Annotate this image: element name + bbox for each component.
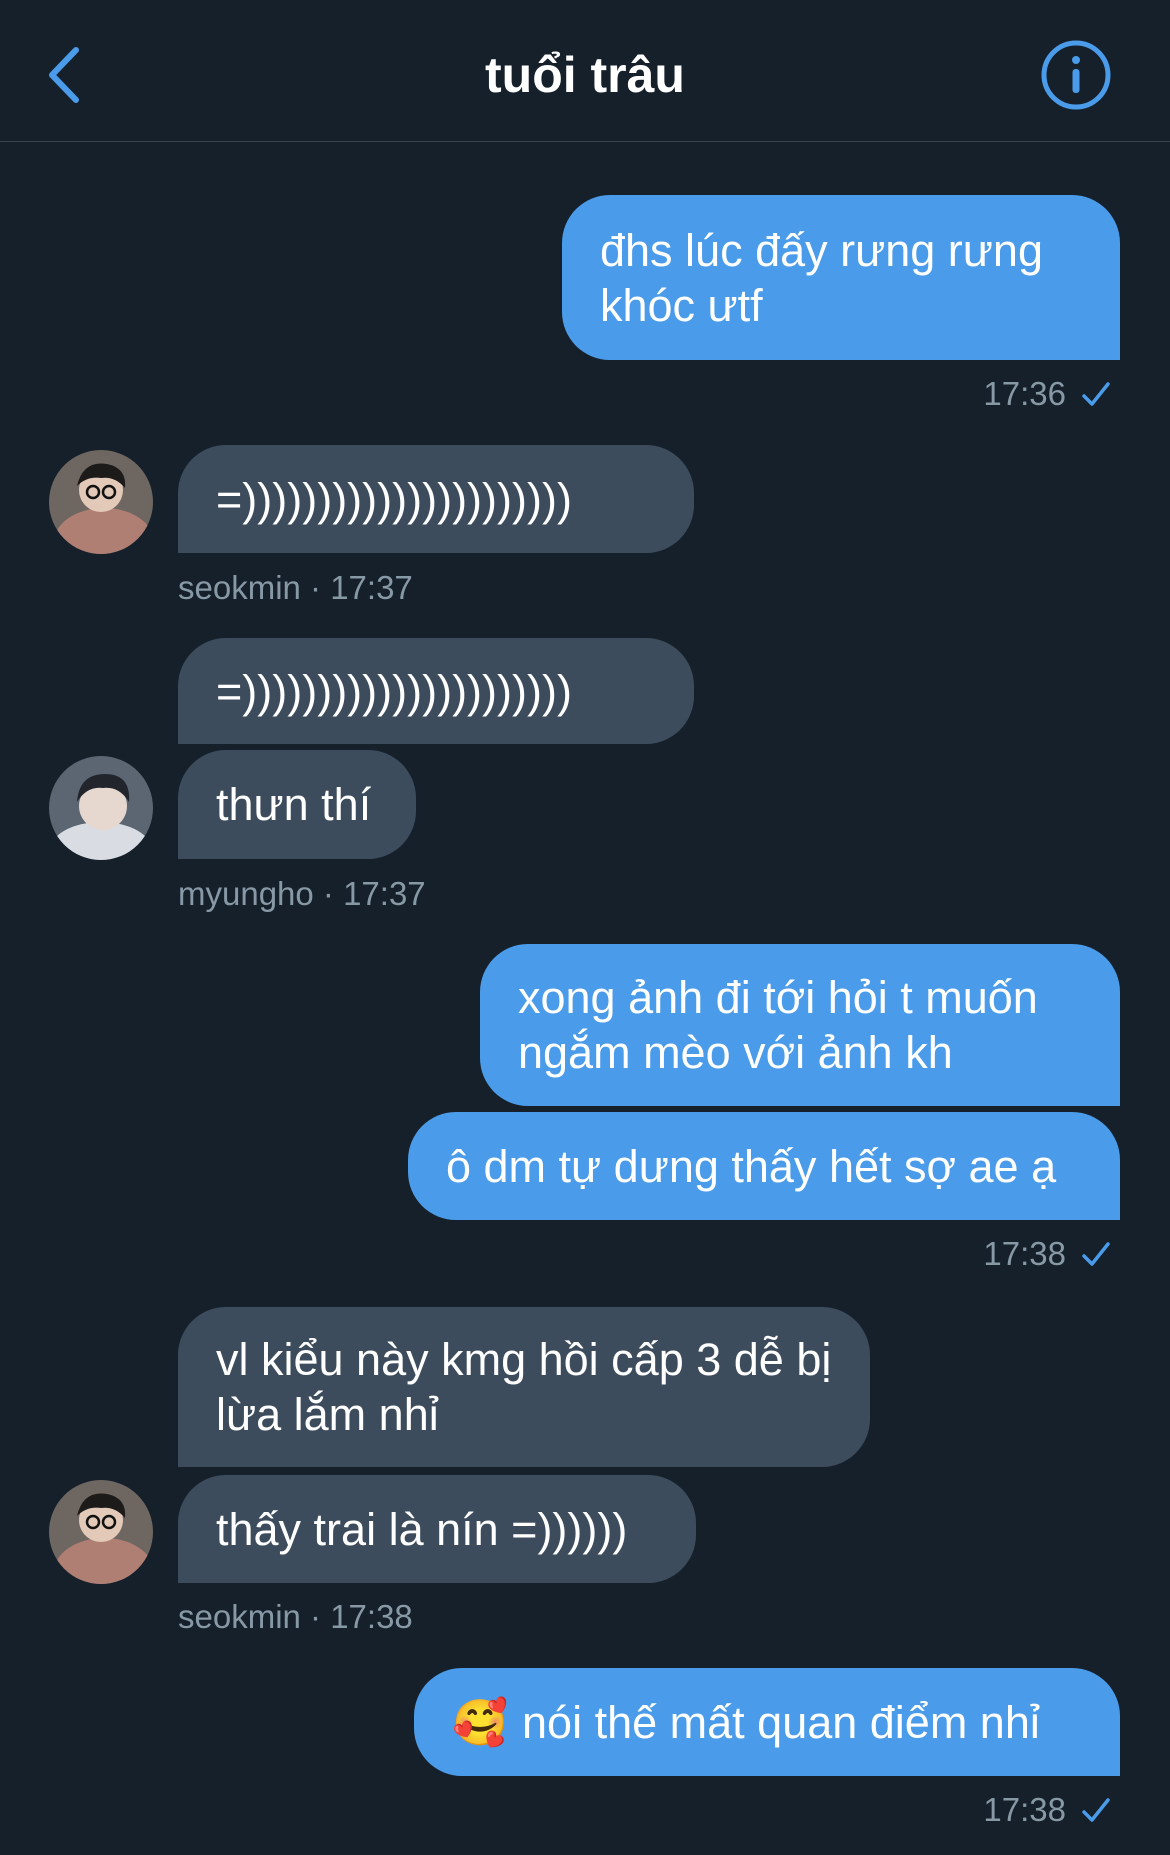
message-meta: myungho · 17:37	[178, 875, 426, 912]
message-meta: 17:36	[983, 374, 1112, 414]
message-bubble-incoming[interactable]: =))))))))))))))))))))))	[178, 638, 694, 744]
timestamp: 17:38	[983, 1235, 1066, 1272]
conversation-title: tuổi trâu	[485, 47, 685, 103]
smiling-hearts-emoji-icon: 🥰	[452, 1696, 509, 1748]
message-text: =))))))))))))))))))))))	[216, 665, 572, 717]
message-text: đhs lúc đấy rưng rưng khóc ưtf	[600, 224, 1043, 331]
avatar-myungho[interactable]	[49, 756, 153, 860]
info-icon[interactable]	[1040, 39, 1112, 111]
message-bubble-outgoing[interactable]: xong ảnh đi tới hỏi t muốn ngắm mèo với …	[480, 944, 1120, 1106]
message-bubble-outgoing[interactable]: 🥰 nói thế mất quan điểm nhỉ	[414, 1668, 1120, 1776]
message-text: nói thế mất quan điểm nhỉ	[522, 1696, 1040, 1748]
message-bubble-outgoing[interactable]: đhs lúc đấy rưng rưng khóc ưtf	[562, 195, 1120, 360]
check-icon	[1082, 382, 1110, 406]
message-bubble-incoming[interactable]: =))))))))))))))))))))))	[178, 445, 694, 553]
avatar-seokmin[interactable]	[49, 450, 153, 554]
message-meta: seokmin · 17:37	[178, 569, 413, 606]
message-bubble-incoming[interactable]: vl kiểu này kmg hồi cấp 3 dễ bị lừa lắm …	[178, 1307, 870, 1467]
message-meta: 17:38	[983, 1790, 1112, 1830]
message-text: vl kiểu này kmg hồi cấp 3 dễ bị lừa lắm …	[216, 1334, 832, 1440]
message-text: =))))))))))))))))))))))	[216, 473, 572, 525]
timestamp: 17:36	[983, 375, 1066, 412]
message-text: thưn thí	[216, 779, 372, 830]
conversation-header: tuổi trâu	[0, 0, 1170, 142]
message-bubble-outgoing[interactable]: ô dm tự dưng thấy hết sợ ae ạ	[408, 1112, 1120, 1220]
message-meta: seokmin · 17:38	[178, 1598, 413, 1635]
message-text: xong ảnh đi tới hỏi t muốn ngắm mèo với …	[518, 972, 1038, 1078]
timestamp: 17:38	[983, 1791, 1066, 1828]
message-text: ô dm tự dưng thấy hết sợ ae ạ	[446, 1140, 1057, 1192]
check-icon	[1082, 1798, 1110, 1822]
avatar-seokmin[interactable]	[49, 1480, 153, 1584]
message-text: thấy trai là nín =))))))	[216, 1503, 628, 1555]
message-bubble-incoming[interactable]: thấy trai là nín =))))))	[178, 1475, 696, 1583]
message-bubble-incoming[interactable]: thưn thí	[178, 750, 416, 859]
message-meta: 17:38	[983, 1234, 1112, 1274]
check-icon	[1082, 1242, 1110, 1266]
